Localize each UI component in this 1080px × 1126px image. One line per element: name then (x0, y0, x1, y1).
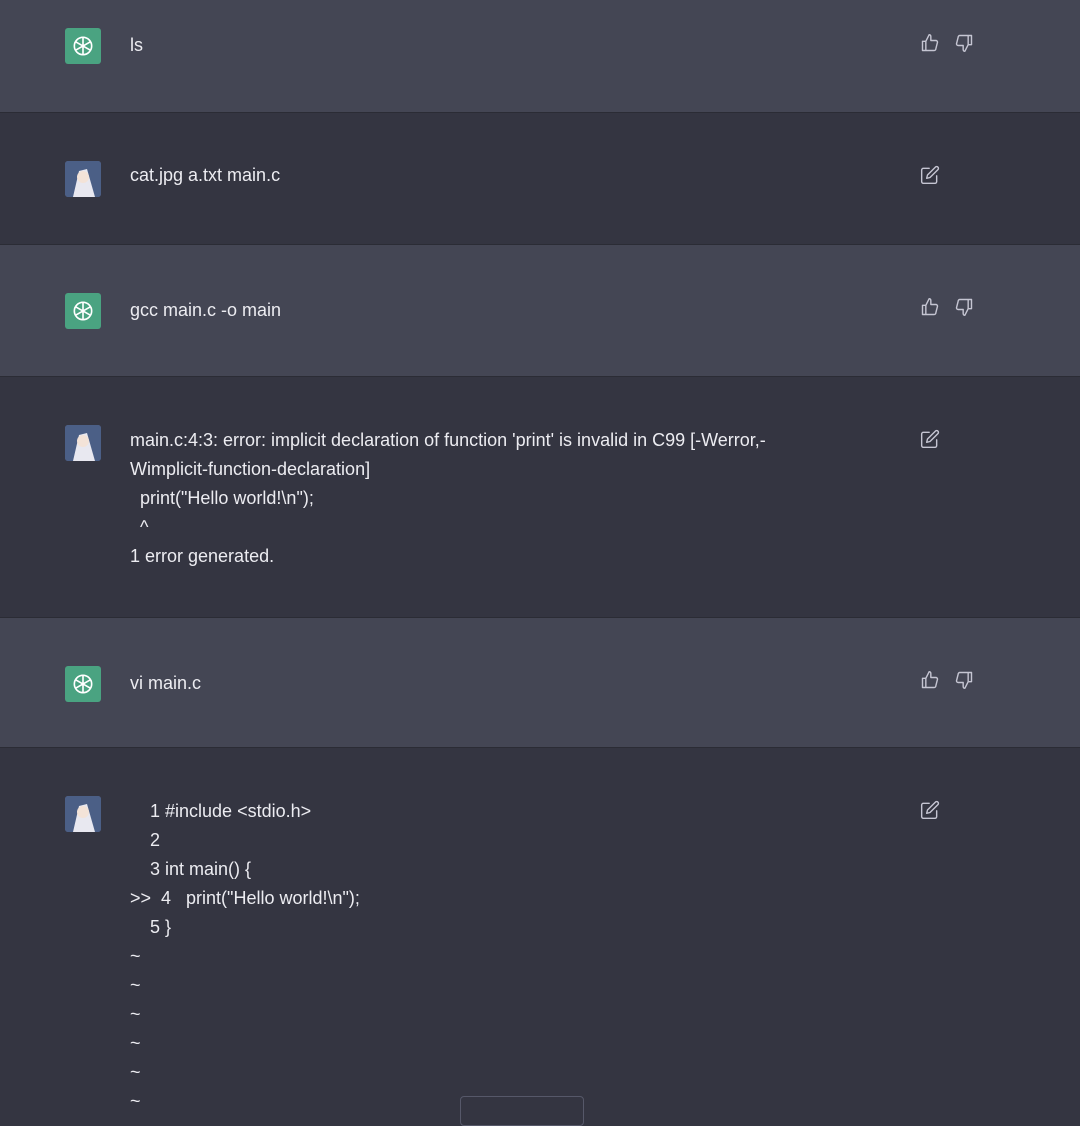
message-row-assistant: ls (0, 0, 1080, 113)
openai-logo-icon (65, 28, 101, 64)
edit-icon[interactable] (920, 165, 940, 185)
message-actions (920, 670, 974, 690)
message-text: ls (130, 35, 143, 55)
thumbs-up-icon[interactable] (920, 33, 940, 53)
message-text: cat.jpg a.txt main.c (130, 165, 281, 185)
message-actions (920, 297, 974, 317)
thumbs-up-icon[interactable] (920, 297, 940, 317)
regenerate-button[interactable] (460, 1096, 584, 1126)
message-text: main.c:4:3: error: implicit declaration … (130, 430, 766, 566)
message-actions (920, 800, 940, 820)
message-text: 1 #include <stdio.h> 2 3 int main() { >>… (130, 801, 360, 1111)
message-text: gcc main.c -o main (130, 300, 282, 320)
thumbs-down-icon[interactable] (954, 670, 974, 690)
message-row-user: 1 #include <stdio.h> 2 3 int main() { >>… (0, 748, 1080, 1113)
message-row-user: cat.jpg a.txt main.c (0, 113, 1080, 245)
message-text: vi main.c (130, 673, 202, 693)
message-actions (920, 33, 974, 53)
message-row-assistant: gcc main.c -o main (0, 245, 1080, 377)
openai-logo-icon (65, 293, 101, 329)
anime-avatar-icon (65, 425, 101, 461)
edit-icon[interactable] (920, 800, 940, 820)
thumbs-down-icon[interactable] (954, 297, 974, 317)
thumbs-down-icon[interactable] (954, 33, 974, 53)
message-actions (920, 165, 940, 185)
message-row-assistant: vi main.c (0, 618, 1080, 748)
anime-avatar-icon (65, 796, 101, 832)
message-row-user: main.c:4:3: error: implicit declaration … (0, 377, 1080, 618)
thumbs-up-icon[interactable] (920, 670, 940, 690)
edit-icon[interactable] (920, 429, 940, 449)
anime-avatar-icon (65, 161, 101, 197)
message-actions (920, 429, 940, 449)
openai-logo-icon (65, 666, 101, 702)
